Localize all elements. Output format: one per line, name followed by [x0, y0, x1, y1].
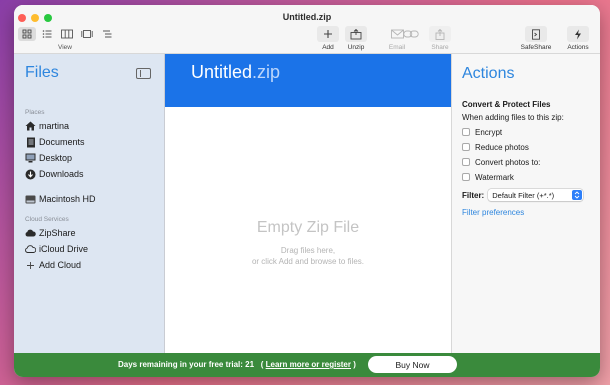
actions-title: Actions [462, 65, 515, 82]
lightning-icon [575, 29, 581, 39]
window-title: Untitled.zip [282, 12, 332, 22]
filter-select[interactable]: Default Filter (+*.*) [488, 189, 584, 201]
filter-label: Filter: [462, 190, 485, 200]
safeshare-icon [532, 28, 540, 40]
archive-contents-pane[interactable]: Untitled.zip Empty Zip File Drag files h… [165, 54, 451, 353]
gallery-view-button[interactable] [78, 27, 96, 41]
cloud-outline-icon [25, 245, 36, 253]
sidebar-item-label: Macintosh HD [39, 194, 96, 204]
filter-select-value: Default Filter (+*.*) [492, 190, 555, 200]
reduce-photos-checkbox[interactable] [462, 143, 470, 151]
gallery-view-icon [81, 30, 93, 38]
documents-icon [26, 137, 35, 147]
outline-view-icon [103, 30, 112, 38]
sidebar-item-downloads[interactable]: Downloads [25, 167, 84, 181]
empty-state-hint-line-2: or click Add and browse to files. [251, 257, 365, 266]
filter-row: Filter: Default Filter (+*.*) [462, 189, 584, 201]
actions-button[interactable]: Actions [560, 26, 596, 51]
hard-drive-icon [25, 195, 36, 203]
share-label: Share [431, 44, 449, 51]
trial-message: Days remaining in your free trial: 21 ( … [118, 360, 356, 369]
sidebar-item-label: Documents [39, 137, 85, 147]
actions-panel: Actions Convert & Protect Files When add… [451, 54, 600, 353]
sidebar-item-zipshare[interactable]: ZipShare [25, 226, 76, 240]
safeshare-label: SafeShare [520, 44, 552, 51]
empty-state-hint-line-1: Drag files here, [280, 246, 336, 255]
buy-now-button[interactable]: Buy Now [368, 356, 457, 373]
sidebar-item-label: ZipShare [39, 228, 76, 238]
icon-view-icon [22, 29, 32, 39]
places-header: Places [25, 109, 45, 116]
sidebar-item-martina[interactable]: martina [25, 119, 69, 133]
sidebar-item-label: Add Cloud [39, 260, 82, 270]
plus-icon [324, 30, 332, 38]
reduce-photos-option[interactable]: Reduce photos [462, 141, 529, 153]
sidebar-item-label: iCloud Drive [39, 244, 89, 254]
app-window: Untitled.zip View Add Unzip Email Share … [14, 5, 600, 377]
actions-label: Actions [567, 44, 589, 51]
archive-header: Untitled.zip [165, 54, 451, 107]
outline-view-button[interactable] [98, 27, 116, 41]
toolbar: Untitled.zip View Add Unzip Email Share … [14, 5, 600, 54]
convert-photos-option[interactable]: Convert photos to: [462, 156, 540, 168]
files-sidebar: Files Places martina Documents Desktop D… [14, 54, 165, 353]
view-label: View [58, 44, 72, 51]
home-icon [25, 121, 36, 131]
watermark-label: Watermark [475, 172, 514, 182]
archive-title: Untitled.zip [191, 62, 281, 82]
link-icon [403, 30, 419, 38]
cloud-services-header: Cloud Services [25, 216, 69, 223]
encrypt-option[interactable]: Encrypt [462, 126, 502, 138]
plus-icon [27, 261, 34, 269]
sidebar-item-icloud-drive[interactable]: iCloud Drive [25, 242, 88, 256]
watermark-checkbox[interactable] [462, 173, 470, 181]
sidebar-title: Files [25, 64, 59, 81]
sidebar-item-desktop[interactable]: Desktop [25, 151, 72, 165]
sidebar-toggle-icon[interactable] [136, 68, 151, 79]
sidebar-item-label: Downloads [39, 169, 84, 179]
link-button[interactable] [396, 26, 426, 42]
trial-days-text: Days remaining in your free trial: 21 [118, 360, 255, 369]
unzip-icon [350, 28, 362, 39]
encrypt-checkbox[interactable] [462, 128, 470, 136]
column-view-button[interactable] [58, 27, 76, 41]
downloads-icon [25, 169, 36, 179]
empty-state-title: Empty Zip File [256, 219, 360, 236]
trial-bar: Days remaining in your free trial: 21 ( … [14, 353, 600, 377]
learn-more-link[interactable]: Learn more or register [266, 360, 351, 369]
email-label: Email [388, 44, 406, 51]
reduce-photos-label: Reduce photos [475, 142, 529, 152]
cloud-filled-icon [25, 229, 36, 237]
watermark-option[interactable]: Watermark [462, 171, 514, 183]
sidebar-item-documents[interactable]: Documents [25, 135, 85, 149]
view-mode-group [18, 27, 116, 41]
filter-preferences-link[interactable]: Filter preferences [462, 208, 524, 217]
unzip-label: Unzip [347, 44, 365, 51]
convert-photos-checkbox[interactable] [462, 158, 470, 166]
unzip-button[interactable]: Unzip [339, 26, 373, 51]
sidebar-item-add-cloud[interactable]: Add Cloud [25, 258, 81, 272]
desktop-icon [25, 153, 36, 163]
share-icon [435, 28, 445, 40]
safeshare-button[interactable]: SafeShare [516, 26, 556, 51]
list-view-icon [42, 30, 52, 38]
convert-photos-label: Convert photos to: [475, 157, 541, 167]
list-view-button[interactable] [38, 27, 56, 41]
when-adding-label: When adding files to this zip: [462, 113, 564, 122]
icon-view-button[interactable] [18, 27, 36, 41]
sidebar-item-label: Desktop [39, 153, 73, 163]
chevron-updown-icon [572, 190, 583, 200]
share-button[interactable]: Share [423, 26, 457, 51]
convert-protect-heading: Convert & Protect Files [462, 100, 551, 109]
column-view-icon [61, 29, 73, 39]
encrypt-label: Encrypt [475, 127, 503, 137]
sidebar-item-macintosh-hd[interactable]: Macintosh HD [25, 192, 96, 206]
sidebar-item-label: martina [39, 121, 70, 131]
